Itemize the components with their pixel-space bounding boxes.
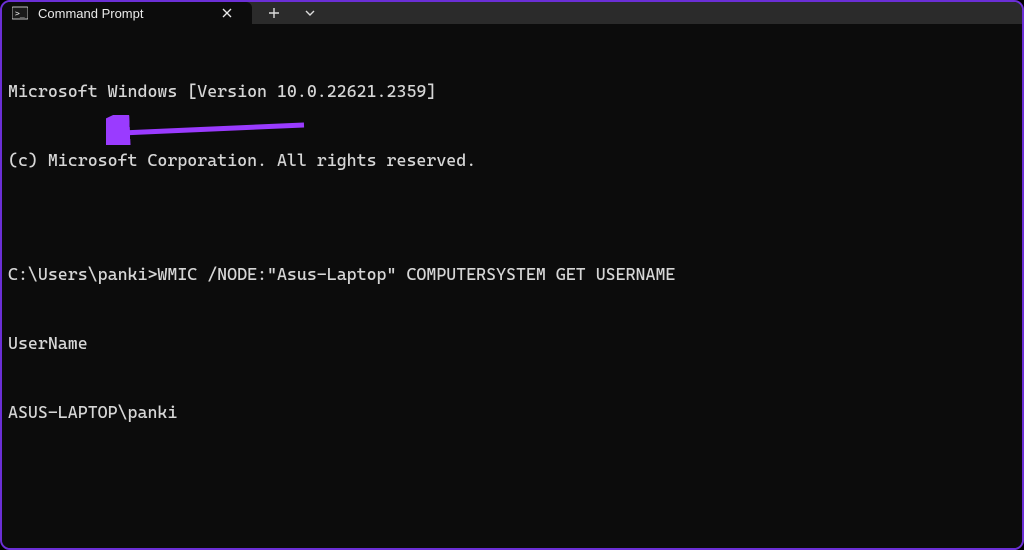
title-bar-actions xyxy=(252,2,332,24)
svg-text:>_: >_ xyxy=(15,9,25,18)
output-line: ASUS-LAPTOP\panki xyxy=(8,401,1018,424)
annotation-arrow xyxy=(106,115,316,145)
prompt-line: C:\Users\panki>WMIC /NODE:"Asus-Laptop" … xyxy=(8,263,1018,286)
cmd-icon: >_ xyxy=(12,5,28,21)
output-line: (c) Microsoft Corporation. All rights re… xyxy=(8,149,1018,172)
close-tab-button[interactable] xyxy=(216,2,238,24)
close-icon xyxy=(222,8,232,18)
terminal-output[interactable]: Microsoft Windows [Version 10.0.22621.23… xyxy=(2,24,1022,550)
output-line: Microsoft Windows [Version 10.0.22621.23… xyxy=(8,80,1018,103)
chevron-down-icon xyxy=(304,9,316,17)
title-bar: >_ Command Prompt xyxy=(2,2,1022,24)
output-line: UserName xyxy=(8,332,1018,355)
terminal-window: >_ Command Prompt xyxy=(0,0,1024,550)
tab-command-prompt[interactable]: >_ Command Prompt xyxy=(2,2,252,24)
tab-dropdown-button[interactable] xyxy=(300,3,320,23)
new-tab-button[interactable] xyxy=(264,3,284,23)
tab-title: Command Prompt xyxy=(38,6,206,21)
plus-icon xyxy=(268,7,280,19)
